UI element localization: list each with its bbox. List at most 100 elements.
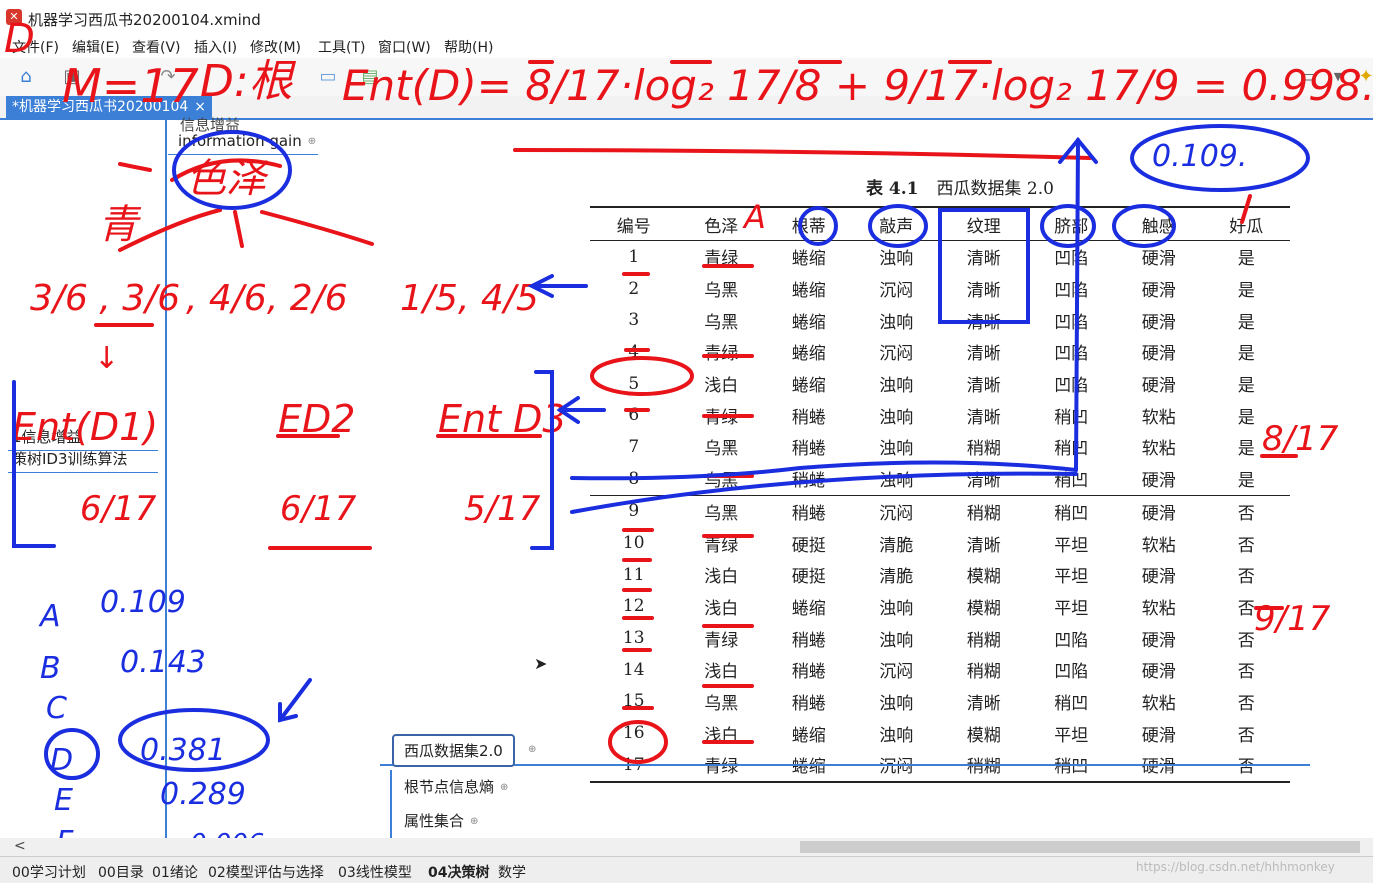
table-cell: 沉闷 — [879, 344, 914, 365]
sheet-tab-model-eval[interactable]: 02模型评估与选择 — [208, 862, 324, 882]
lightbulb-icon[interactable]: ✦ — [1356, 67, 1373, 87]
table-cell: 青绿 — [704, 407, 739, 428]
table-cell: 软粘 — [1141, 439, 1176, 460]
sheet-tab-decision-tree[interactable]: 04决策树 — [428, 862, 489, 882]
table-cell: 稍糊 — [966, 662, 1001, 683]
table-row: 16 浅白 蜷缩 浊响 模糊 平坦 硬滑 否 — [590, 717, 1290, 749]
relationship-icon[interactable]: ▤ — [360, 67, 380, 87]
table-cell: 是 — [1237, 471, 1255, 492]
table-cell: 是 — [1237, 312, 1255, 333]
table-cell: 蜷缩 — [791, 376, 826, 397]
window-title: 机器学习西瓜书20200104.xmind — [28, 11, 261, 29]
sheet-tab-contents[interactable]: 00目录 — [98, 862, 144, 882]
table-header-cell: 好瓜 — [1202, 206, 1290, 241]
table-cell: 蜷缩 — [791, 249, 826, 270]
table-cell: 清晰 — [966, 344, 1001, 365]
table-cell: 浊响 — [879, 312, 914, 333]
horizontal-scrollbar[interactable]: < — [0, 838, 1373, 856]
expand-icon[interactable]: ⊕ — [470, 816, 478, 827]
table-header-cell: 敲声 — [852, 206, 940, 241]
mindmap-connector — [8, 472, 158, 473]
menu-view[interactable]: 查看(V) — [132, 37, 181, 57]
table-cell: 是 — [1237, 376, 1255, 397]
table-cell: 15 — [622, 691, 645, 712]
sheet-tab-linear-model[interactable]: 03线性模型 — [338, 862, 412, 882]
table-cell: 稍蜷 — [791, 693, 826, 714]
table-cell: 乌黑 — [704, 439, 739, 460]
topic-information-gain-label: information gain — [178, 132, 302, 150]
sheet-tab-intro[interactable]: 01绪论 — [152, 862, 198, 882]
home-icon[interactable]: ⌂ — [16, 67, 36, 87]
table-header-cell: 编号 — [590, 206, 678, 241]
menu-window[interactable]: 窗口(W) — [378, 37, 431, 57]
sheet-tab-math[interactable]: 数学 — [498, 862, 526, 882]
mindmap-connector — [380, 764, 1310, 766]
table-cell: 浊响 — [879, 630, 914, 651]
table-cell: 沉闷 — [879, 281, 914, 302]
table-cell: 平坦 — [1054, 567, 1089, 588]
menu-insert[interactable]: 插入(I) — [194, 37, 237, 57]
menu-tools[interactable]: 工具(T) — [318, 37, 365, 57]
watermelon-dataset-table: 表 4.1 西瓜数据集 2.0 编号 色泽 根蒂 敲声 纹理 脐部 触感 好瓜 1 青绿 蜷缩 浊响清… — [590, 172, 1290, 783]
table-cell: 平坦 — [1054, 598, 1089, 619]
table-header-cell: 根蒂 — [765, 206, 853, 241]
topic-icon[interactable]: ▭ — [318, 67, 338, 87]
topic-watermelon-dataset[interactable]: 西瓜数据集2.0 — [392, 734, 515, 767]
title-bar: ✕ 机器学习西瓜书20200104.xmind — [0, 0, 1373, 34]
expand-icon[interactable]: ⊕ — [500, 782, 508, 793]
table-cell: 12 — [622, 596, 645, 617]
topic-attribute-set[interactable]: 属性集合 ⊕ — [404, 810, 478, 831]
topic-id3-algorithm[interactable]: 策树ID3训练算法 — [12, 448, 128, 469]
table-cell: 软粘 — [1141, 535, 1176, 556]
table-cell: 浅白 — [704, 376, 739, 397]
close-icon[interactable]: × — [194, 99, 206, 115]
redo-icon[interactable]: ↷ — [158, 67, 178, 87]
topic-root-entropy[interactable]: 根节点信息熵 ⊕ — [404, 776, 508, 797]
menu-modify[interactable]: 修改(M) — [250, 37, 301, 57]
table-cell: 硬滑 — [1141, 725, 1176, 746]
presentation-icon[interactable]: ▭ — [1298, 67, 1318, 87]
expand-icon[interactable]: ⊕ — [308, 136, 316, 147]
table-cell: 硬滑 — [1141, 567, 1176, 588]
menu-help[interactable]: 帮助(H) — [444, 37, 493, 57]
chevron-down-icon[interactable]: ▼ — [1328, 67, 1348, 87]
table-cell: 是 — [1237, 407, 1255, 428]
expand-icon[interactable]: ⊕ — [528, 744, 536, 755]
topic-information-gain[interactable]: information gain ⊕ — [178, 132, 316, 150]
table-cell: 稍凹 — [1027, 494, 1115, 528]
table-caption: 表 4.1 西瓜数据集 2.0 — [630, 172, 1290, 206]
table-cell: 清晰 — [966, 693, 1001, 714]
table-cell: 硬滑 — [1141, 662, 1176, 683]
table-row: 11 浅白 硬挺 清脆 模糊 平坦 硬滑 否 — [590, 559, 1290, 591]
mindmap-canvas[interactable]: 信息增益 information gain ⊕ 1信息增益 策树ID3训练算法 表… — [0, 116, 1373, 838]
topic-left-info-gain[interactable]: 1信息增益 — [12, 426, 82, 447]
topic-root-entropy-label: 根节点信息熵 — [404, 778, 495, 796]
menu-edit[interactable]: 编辑(E) — [72, 37, 120, 57]
scroll-left-icon[interactable]: < — [14, 838, 26, 854]
table-cell: 1 — [628, 246, 640, 267]
table-cell: 乌黑 — [704, 281, 739, 302]
menu-file[interactable]: 文件(F) — [12, 37, 59, 57]
table-cell: 是 — [1237, 439, 1255, 460]
table-cell: 乌黑 — [704, 312, 739, 333]
table-row: 3 乌黑 蜷缩 浊响 清晰 凹陷 硬滑 是 — [590, 304, 1290, 336]
table-cell: 浅白 — [704, 598, 739, 619]
table-cell: 沉闷 — [852, 494, 940, 528]
table-cell: 2 — [628, 278, 640, 299]
table-cell: 青绿 — [704, 344, 739, 365]
table-cell: 8 — [628, 468, 640, 489]
table-cell: 硬滑 — [1141, 376, 1176, 397]
table-cell: 清晰 — [966, 376, 1001, 397]
table-cell: 6 — [628, 405, 640, 426]
scroll-thumb[interactable] — [800, 841, 1360, 853]
table-cell: 凹陷 — [1054, 662, 1089, 683]
table-cell: 软粘 — [1141, 407, 1176, 428]
table-cell: 稍凹 — [1054, 439, 1089, 460]
sheet-tab-study-plan[interactable]: 00学习计划 — [12, 862, 86, 882]
table-row: 7 乌黑 稍蜷 浊响 稍糊 稍凹 软粘 是 — [590, 431, 1290, 463]
table-cell: 否 — [1237, 567, 1255, 588]
table-cell: 否 — [1237, 693, 1255, 714]
table-cell: 硬挺 — [791, 567, 826, 588]
table-cell: 硬滑 — [1141, 249, 1176, 270]
save-icon[interactable]: ▣ — [62, 67, 82, 87]
